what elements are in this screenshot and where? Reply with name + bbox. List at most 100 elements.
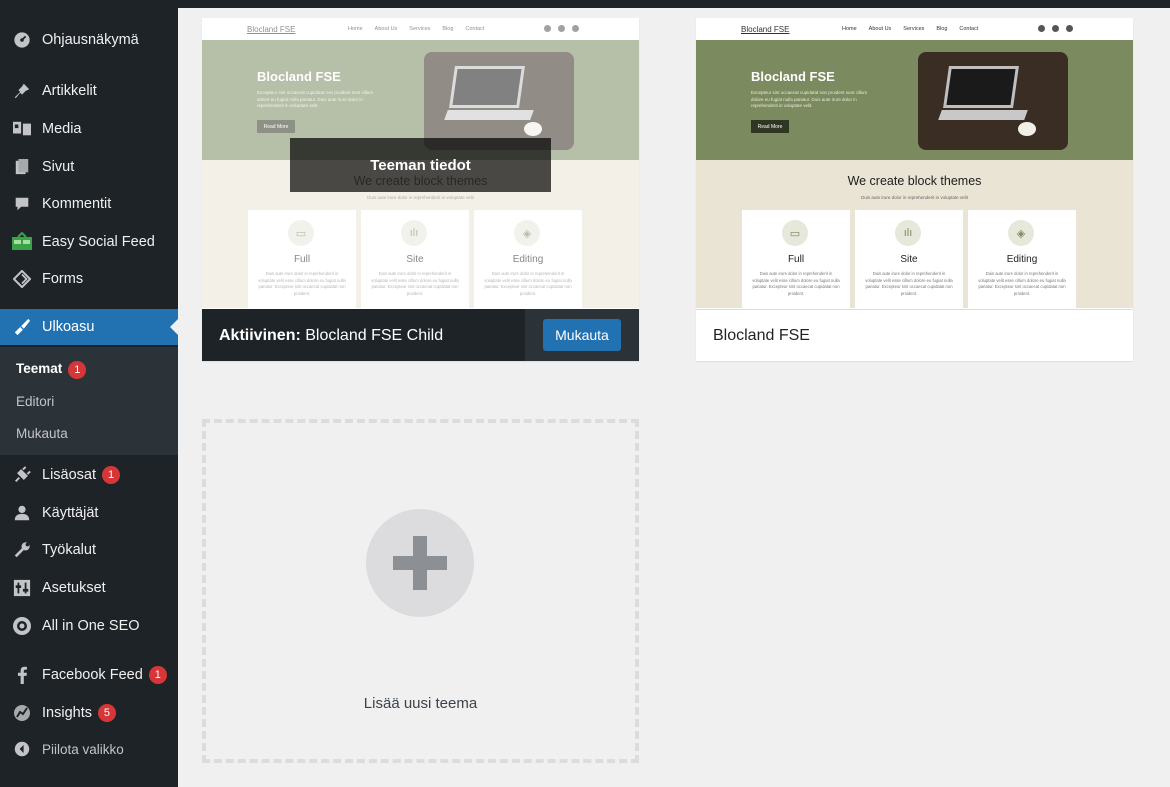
image-icon: ▭ xyxy=(782,220,808,246)
appearance-icon xyxy=(10,316,34,338)
preview-nav-link: Services xyxy=(903,26,925,32)
menu-label-media: Media xyxy=(42,121,82,137)
menu-posts[interactable]: Artikkelit xyxy=(0,73,178,109)
theme-screenshot-blocland: Blocland FSE Home About Us Services Blog… xyxy=(696,18,1133,309)
preview-feature-title: Full xyxy=(787,254,805,265)
menu-label-dashboard: Ohjausnäkymä xyxy=(42,32,139,48)
preview-nav: Blocland FSE Home About Us Services Blog… xyxy=(696,18,1133,40)
menu-facebook-feed[interactable]: Facebook Feed 1 xyxy=(0,657,178,693)
theme-card-active[interactable]: Blocland FSE Home About Us Services Blog… xyxy=(202,18,639,361)
preview-social-icons xyxy=(1038,25,1073,32)
menu-forms[interactable]: Forms xyxy=(0,261,178,297)
preview-hero-title: Blocland FSE xyxy=(751,69,835,84)
preview-nav-link: Home xyxy=(842,26,857,32)
preview-laptop-image xyxy=(918,52,1068,150)
plugins-icon xyxy=(10,464,34,486)
collapse-menu-label: Piilota valikko xyxy=(42,741,124,757)
preview-feature-text: Duis aute irure dolor in reprehenderit i… xyxy=(865,271,953,296)
preview-hero-button: Read More xyxy=(751,120,789,133)
menu-label-easy-social-feed: Easy Social Feed xyxy=(42,234,155,250)
submenu-customize[interactable]: Mukauta xyxy=(16,426,68,441)
menu-label-users: Käyttäjät xyxy=(42,505,99,521)
menu-easy-social-feed[interactable]: Easy Social Feed xyxy=(0,224,178,260)
customize-button-area: Mukauta xyxy=(525,309,639,361)
inactive-theme-footer: Blocland FSE xyxy=(696,309,1133,361)
preview-hero-text: Excepteur sint occaecat cupidatat non pr… xyxy=(751,90,868,108)
add-new-theme-card[interactable]: Lisää uusi teema xyxy=(202,419,639,763)
submenu-label-editor: Editori xyxy=(16,394,55,409)
insights-badge: 5 xyxy=(97,704,116,722)
menu-label-comments: Kommentit xyxy=(42,196,112,212)
preview-nav-link: Contact xyxy=(959,26,979,32)
menu-label-all-in-one-seo: All in One SEO xyxy=(42,618,140,634)
menu-users[interactable]: Käyttäjät xyxy=(0,495,178,531)
insights-icon xyxy=(10,702,34,724)
settings-icon xyxy=(10,577,34,599)
preview-section-title: We create block themes xyxy=(847,174,982,188)
menu-label-forms: Forms xyxy=(42,271,84,287)
menu-label-pages: Sivut xyxy=(42,159,75,175)
menu-media[interactable]: Media xyxy=(0,111,178,147)
submenu-label-themes: Teemat xyxy=(16,361,63,376)
active-prefix: Aktiivinen: xyxy=(219,327,301,344)
menu-settings[interactable]: Asetukset xyxy=(0,570,178,606)
menu-insights[interactable]: Insights 5 xyxy=(0,695,178,731)
preview-brand: Blocland FSE xyxy=(741,25,790,34)
cube-icon: ◈ xyxy=(1008,220,1034,246)
facebook-feed-badge: 1 xyxy=(148,666,167,684)
pages-icon xyxy=(10,156,34,178)
menu-plugins[interactable]: Lisäosat 1 xyxy=(0,457,178,493)
seo-icon xyxy=(10,615,34,637)
themes-update-badge: 1 xyxy=(68,361,87,379)
menu-dashboard[interactable]: Ohjausnäkymä xyxy=(0,22,178,58)
active-menu-arrow xyxy=(170,319,178,335)
menu-pages[interactable]: Sivut xyxy=(0,149,178,185)
preview-nav-links: Home About Us Services Blog Contact xyxy=(842,26,978,32)
theme-screenshot-active: Blocland FSE Home About Us Services Blog… xyxy=(202,18,639,309)
preview-section-subtitle: Duis aute irure dolor in reprehenderit i… xyxy=(861,195,968,200)
social-feed-icon xyxy=(10,231,34,253)
forms-icon xyxy=(10,268,34,290)
menu-all-in-one-seo[interactable]: All in One SEO xyxy=(0,608,178,644)
menu-label-insights: Insights xyxy=(42,705,92,721)
active-theme-title: Blocland FSE Child xyxy=(305,327,444,344)
preview-feature-text: Duis aute irure dolor in reprehenderit i… xyxy=(978,271,1066,296)
submenu-editor[interactable]: Editori xyxy=(16,394,54,409)
plugins-update-badge: 1 xyxy=(102,466,121,484)
submenu-themes[interactable]: Teemat 1 xyxy=(16,361,87,379)
menu-label-plugins: Lisäosat xyxy=(42,467,97,483)
preview-feature-card: ◈ Editing Duis aute irure dolor in repre… xyxy=(968,210,1076,308)
theme-card-blocland-fse[interactable]: Blocland FSE Home About Us Services Blog… xyxy=(696,18,1133,361)
pin-icon xyxy=(10,80,34,102)
preview-feature-title: Site xyxy=(900,254,918,265)
customize-button[interactable]: Mukauta xyxy=(543,319,621,351)
preview-nav-link: Blog xyxy=(936,26,948,32)
theme-details-button[interactable]: Teeman tiedot xyxy=(290,138,551,192)
admin-sidebar: Ohjausnäkymä Artikkelit Media Sivut Komm… xyxy=(0,0,178,787)
users-icon xyxy=(10,502,34,524)
menu-comments[interactable]: Kommentit xyxy=(0,186,178,222)
preview-feature-title: Editing xyxy=(1006,254,1038,265)
plus-icon xyxy=(366,509,474,617)
preview-hero: Blocland FSE Excepteur sint occaecat cup… xyxy=(696,40,1133,160)
menu-label-facebook-feed: Facebook Feed xyxy=(42,667,143,683)
preview-feature-card: ▭ Full Duis aute irure dolor in reprehen… xyxy=(742,210,850,308)
preview-feature-card: ılı Site Duis aute irure dolor in repreh… xyxy=(855,210,963,308)
top-bar xyxy=(178,0,1170,8)
menu-tools[interactable]: Työkalut xyxy=(0,532,178,568)
menu-appearance[interactable]: Ulkoasu xyxy=(0,309,178,345)
theme-name: Blocland FSE xyxy=(713,327,810,344)
preview-feature-text: Duis aute irure dolor in reprehenderit i… xyxy=(752,271,840,296)
tools-icon xyxy=(10,539,34,561)
menu-label-tools: Työkalut xyxy=(42,542,96,558)
dashboard-icon xyxy=(10,29,34,51)
menu-label-settings: Asetukset xyxy=(42,580,106,596)
active-theme-footer: Aktiivinen: Blocland FSE Child Mukauta xyxy=(202,309,639,361)
collapse-menu-button[interactable]: Piilota valikko xyxy=(0,731,178,767)
preview-nav-link: About Us xyxy=(868,26,892,32)
preview-features-section: We create block themes Duis aute irure d… xyxy=(696,160,1133,308)
media-icon xyxy=(10,118,34,140)
appearance-submenu: Teemat 1 Editori Mukauta xyxy=(0,347,178,455)
menu-label-appearance: Ulkoasu xyxy=(42,319,95,335)
collapse-arrow-icon xyxy=(10,738,34,760)
